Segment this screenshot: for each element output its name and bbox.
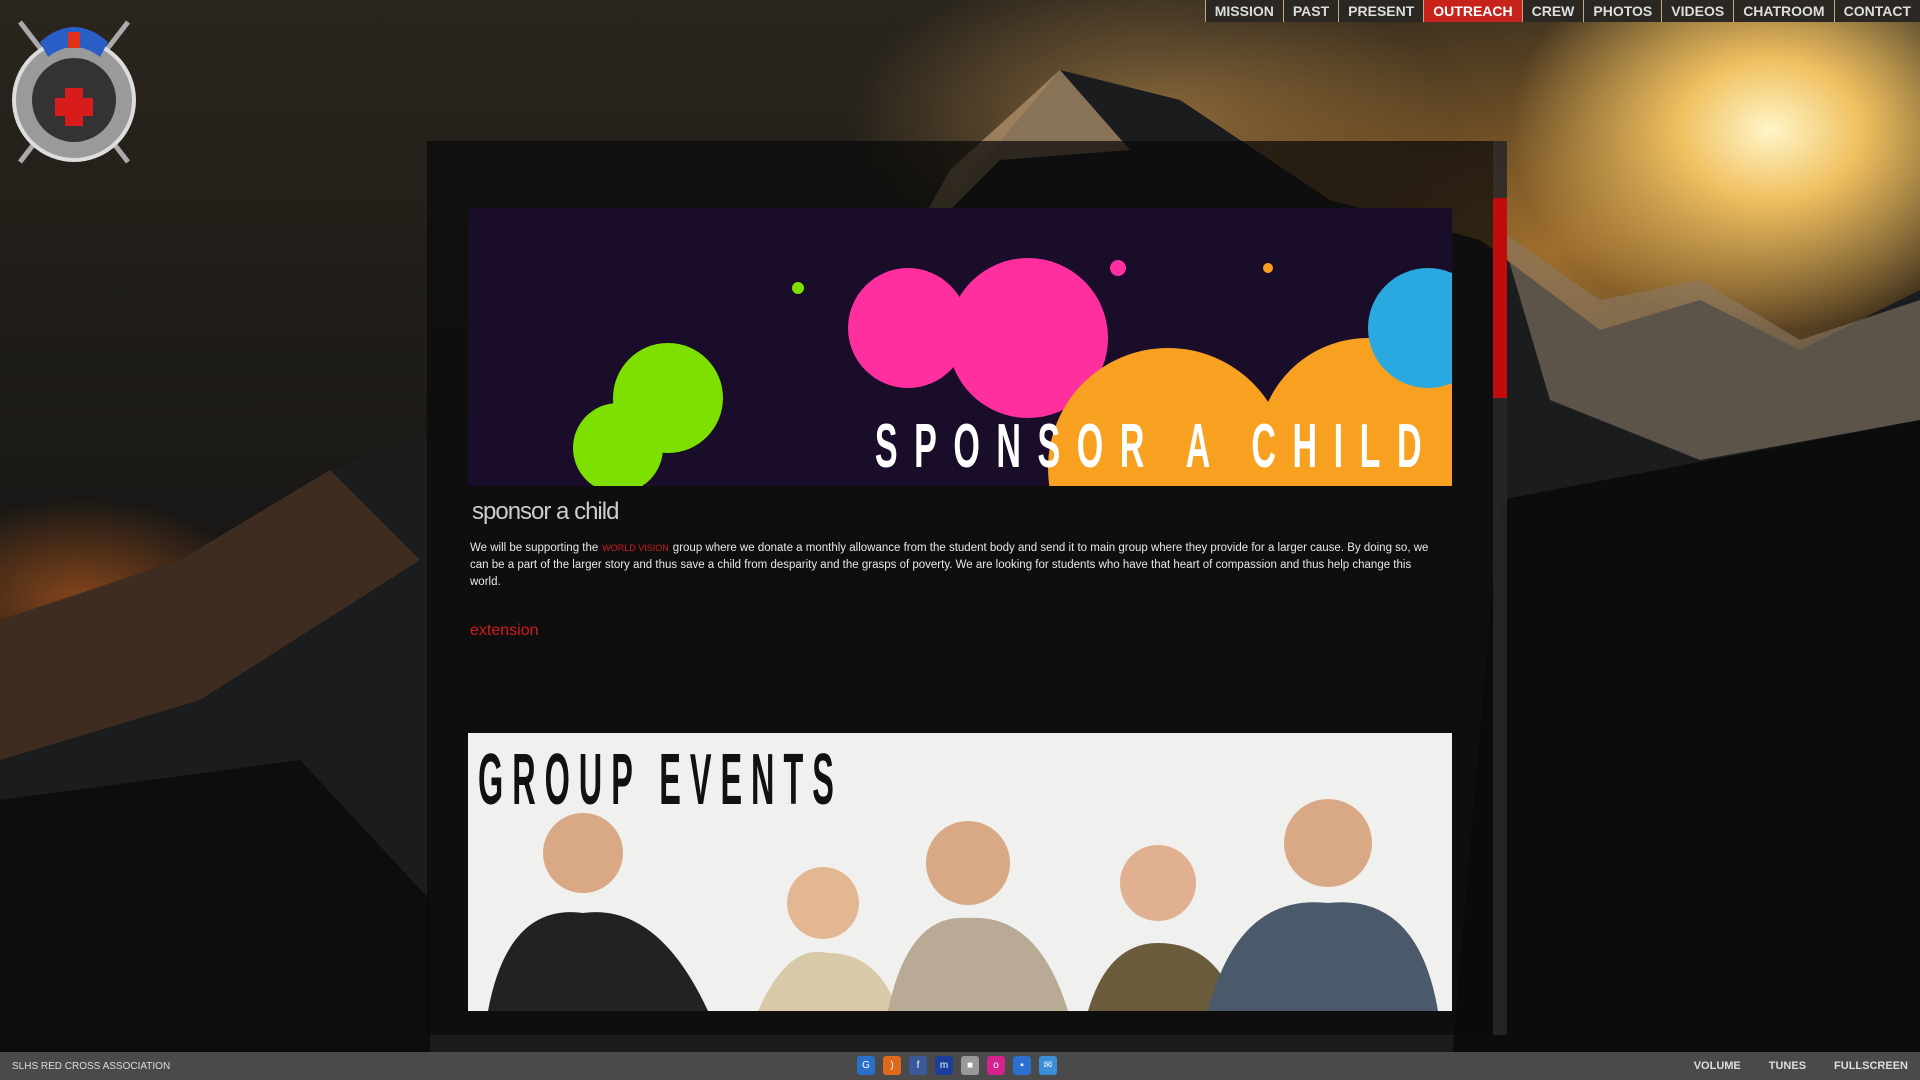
footer-site-name: SLHS RED CROSS ASSOCIATION xyxy=(12,1061,171,1072)
fullscreen-button[interactable]: FULLSCREEN xyxy=(1834,1060,1908,1072)
footer-bar: SLHS RED CROSS ASSOCIATION G ) f m ■ o ▪… xyxy=(0,1052,1920,1080)
logo-shield-icon[interactable] xyxy=(10,12,138,167)
windows-live-icon[interactable]: ✉ xyxy=(1039,1056,1057,1075)
section-description: We will be supporting the WORLD VISION gro… xyxy=(470,540,1430,591)
extension-link[interactable]: extension xyxy=(470,622,539,640)
nav-crew[interactable]: CREW xyxy=(1521,0,1584,22)
nav-past[interactable]: PAST xyxy=(1282,0,1339,22)
footer-controls: VOLUME TUNES FULLSCREEN xyxy=(1694,1060,1908,1072)
nav-chatroom[interactable]: CHATROOM xyxy=(1733,0,1834,22)
social-icons: G ) f m ■ o ▪ ✉ xyxy=(857,1056,1057,1075)
group-photo xyxy=(488,799,1438,1011)
tunes-button[interactable]: TUNES xyxy=(1769,1060,1806,1072)
facebook-icon[interactable]: f xyxy=(909,1056,927,1075)
top-nav: MISSION PAST PRESENT OUTREACH CREW PHOTO… xyxy=(1204,0,1920,22)
scrollbar-thumb[interactable] xyxy=(1493,198,1507,398)
nav-videos[interactable]: VIDEOS xyxy=(1661,0,1734,22)
group-events-banner: GROUP EVENTS xyxy=(468,733,1452,1011)
flickr-icon[interactable]: o xyxy=(987,1056,1005,1075)
nav-mission[interactable]: MISSION xyxy=(1204,0,1283,22)
nav-contact[interactable]: CONTACT xyxy=(1833,0,1920,22)
sponsor-banner: SPONSOR A CHILD xyxy=(468,208,1452,486)
google-icon[interactable]: G xyxy=(857,1056,875,1075)
world-vision-link[interactable]: WORLD VISION xyxy=(602,543,669,553)
delicious-blue-icon[interactable]: ▪ xyxy=(1013,1056,1031,1075)
rss-icon[interactable]: ) xyxy=(883,1056,901,1075)
volume-button[interactable]: VOLUME xyxy=(1694,1060,1741,1072)
nav-photos[interactable]: PHOTOS xyxy=(1583,0,1662,22)
myspace-icon[interactable]: m xyxy=(935,1056,953,1075)
text-before: We will be supporting the xyxy=(470,542,599,554)
nav-outreach[interactable]: OUTREACH xyxy=(1423,0,1522,22)
section-title: sponsor a child xyxy=(472,498,619,525)
delicious-icon[interactable]: ■ xyxy=(961,1056,979,1075)
banner-title: SPONSOR A CHILD xyxy=(874,412,1438,481)
nav-present[interactable]: PRESENT xyxy=(1338,0,1424,22)
